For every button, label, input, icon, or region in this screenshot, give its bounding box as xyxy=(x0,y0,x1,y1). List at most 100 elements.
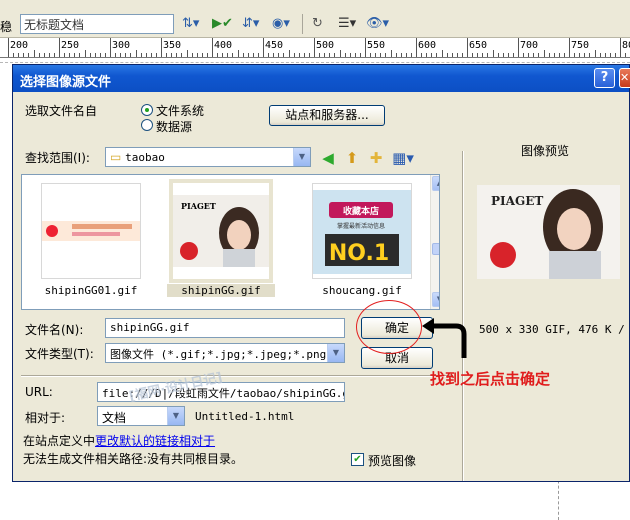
collect-text: 收藏本店 xyxy=(343,205,379,217)
ruler-minor-tick xyxy=(115,53,117,57)
ruler-minor-tick xyxy=(278,53,280,57)
view-options-icon[interactable]: ☰▾ xyxy=(338,15,356,33)
ruler-minor-tick xyxy=(579,53,581,57)
look-in-select[interactable]: ▭ taobao ▼ xyxy=(105,147,311,167)
no1-text: NO.1 xyxy=(329,241,389,266)
relative-to-label: 相对于: xyxy=(25,411,66,425)
ruler-minor-tick xyxy=(217,53,219,57)
ruler-minor-tick xyxy=(451,53,453,57)
look-in-label: 查找范围(I): xyxy=(25,151,90,165)
file-manage-icon[interactable]: ⇵▾ xyxy=(242,15,259,33)
ruler-major-tick xyxy=(569,38,570,57)
back-icon[interactable]: ◀ xyxy=(319,149,337,167)
filename-input[interactable]: shipinGG.gif xyxy=(105,318,345,338)
filesystem-radio-label[interactable]: 文件系统 xyxy=(156,102,204,119)
ruler-minor-tick xyxy=(324,53,326,57)
ruler-minor-tick xyxy=(461,53,463,57)
ruler-minor-tick xyxy=(242,53,244,57)
scrollbar-thumb[interactable] xyxy=(432,243,439,255)
dialog-titlebar[interactable]: 选择图像源文件 ? ✕ xyxy=(13,65,630,92)
ruler-minor-tick xyxy=(18,53,20,57)
scroll-up-icon[interactable]: ▲ xyxy=(432,176,439,191)
filesystem-radio[interactable] xyxy=(141,104,153,116)
ruler-minor-tick xyxy=(512,53,514,57)
ruler-minor-tick xyxy=(53,53,55,57)
ruler-minor-tick xyxy=(477,53,479,57)
ruler-minor-tick xyxy=(120,53,122,57)
change-default-link[interactable]: 更改默认的链接相对于 xyxy=(95,434,215,448)
ruler-minor-tick xyxy=(405,53,407,57)
chevron-down-icon[interactable]: ▼ xyxy=(327,344,344,362)
ruler-minor-tick xyxy=(574,53,576,57)
ruler-minor-tick xyxy=(33,50,35,57)
ruler-minor-tick xyxy=(288,50,290,57)
ruler-minor-tick xyxy=(257,53,259,57)
file-thumbnail[interactable] xyxy=(41,183,141,279)
chevron-down-icon[interactable]: ▼ xyxy=(293,148,310,166)
banner-thumbnail-image xyxy=(42,221,140,241)
ruler-minor-tick xyxy=(252,53,254,57)
file-name-selected[interactable]: shipinGG.gif xyxy=(167,284,275,297)
ruler-minor-tick xyxy=(492,50,494,57)
filename-label: 文件名(N): xyxy=(25,323,84,337)
ruler-minor-tick xyxy=(69,53,71,57)
datasource-radio-label[interactable]: 数据源 xyxy=(156,118,192,135)
ruler-minor-tick xyxy=(186,50,188,57)
file-list[interactable]: shipinGG01.gif PIAGET shipinGG.gif 收藏本店 … xyxy=(21,174,440,310)
ruler-minor-tick xyxy=(84,50,86,57)
chevron-down-icon[interactable]: ▼ xyxy=(167,407,184,425)
relative-document-name: Untitled-1.html xyxy=(195,410,295,423)
preview-browser-icon[interactable]: ◉▾ xyxy=(272,15,290,33)
visual-aids-icon[interactable]: 👁▾ xyxy=(366,15,389,33)
toolbar-title-label: 稳 xyxy=(0,20,13,34)
ruler-minor-tick xyxy=(349,53,351,57)
ruler-minor-tick xyxy=(584,53,586,57)
site-server-button[interactable]: 站点和服务器... xyxy=(269,105,385,126)
refresh-icon[interactable]: ↻ xyxy=(312,15,323,33)
close-button[interactable]: ✕ xyxy=(619,68,630,88)
filetype-select[interactable]: 图像文件 (*.gif;*.jpg;*.jpeg;*.png) ▼ xyxy=(105,343,345,363)
ruler-minor-tick xyxy=(604,53,606,57)
site-definition-text: 在站点定义中更改默认的链接相对于 xyxy=(23,432,215,449)
ruler-minor-tick xyxy=(487,53,489,57)
help-button[interactable]: ? xyxy=(594,68,615,88)
ruler-minor-tick xyxy=(446,53,448,57)
document-title-input[interactable]: 无标题文档 xyxy=(20,14,174,34)
relative-to-select[interactable]: 文档 ▼ xyxy=(97,406,185,426)
ruler-minor-tick xyxy=(155,53,157,57)
file-thumbnail-selected[interactable]: PIAGET xyxy=(169,179,273,283)
file-thumbnail[interactable]: 收藏本店 掌握最新活动信息 NO.1 xyxy=(312,183,412,279)
ruler-minor-tick xyxy=(359,53,361,57)
new-folder-icon[interactable]: ✚ xyxy=(367,149,385,167)
ruler-minor-tick xyxy=(145,53,147,57)
ruler-minor-tick xyxy=(43,53,45,57)
ruler-minor-tick xyxy=(334,53,336,57)
ruler-minor-tick xyxy=(125,53,127,57)
file-list-scrollbar[interactable]: ▲ ▼ xyxy=(430,175,439,309)
ruler-label: 650 xyxy=(469,40,488,51)
ruler-minor-tick xyxy=(64,53,66,57)
ruler-minor-tick xyxy=(48,53,50,57)
validate-icon[interactable]: ▶✔ xyxy=(212,15,233,33)
ruler-label: 350 xyxy=(163,40,182,51)
file-name[interactable]: shoucang.gif xyxy=(307,284,417,297)
preview-images-checkbox[interactable]: ✔ xyxy=(351,453,364,466)
datasource-radio[interactable] xyxy=(141,119,153,131)
ruler-minor-tick xyxy=(150,53,152,57)
ruler-minor-tick xyxy=(502,53,504,57)
scroll-down-icon[interactable]: ▼ xyxy=(432,292,439,307)
ruler-minor-tick xyxy=(426,53,428,57)
preview-images-label[interactable]: 预览图像 xyxy=(368,452,416,469)
view-menu-icon[interactable]: ▦▾ xyxy=(391,149,415,167)
ruler-minor-tick xyxy=(482,53,484,57)
url-label: URL: xyxy=(25,385,53,399)
file-name[interactable]: shipinGG01.gif xyxy=(36,284,146,297)
ruler-minor-tick xyxy=(23,53,25,57)
ruler-minor-tick xyxy=(237,50,239,57)
ruler-minor-tick xyxy=(599,53,601,57)
path-warning-text: 无法生成文件相关路径:没有共同根目录。 xyxy=(23,452,244,466)
ruler-minor-tick xyxy=(38,53,40,57)
view-options-icon[interactable]: ⇅▾ xyxy=(182,15,199,33)
up-folder-icon[interactable]: ⬆ xyxy=(343,149,361,167)
ruler-minor-tick xyxy=(400,53,402,57)
